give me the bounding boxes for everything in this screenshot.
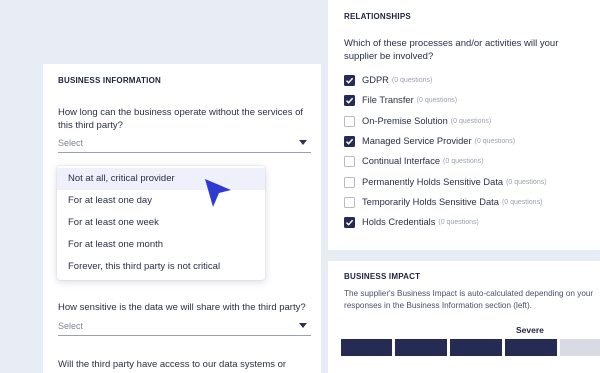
checkbox-row[interactable]: On-Premise Solution (0 questions) xyxy=(344,114,491,128)
caret-down-icon xyxy=(299,323,307,328)
checkbox-unchecked[interactable] xyxy=(344,115,355,127)
data-sensitivity-select[interactable]: Select xyxy=(58,316,311,336)
question-operate-without: How long can the business operate withou… xyxy=(58,107,304,131)
select-value: Select xyxy=(58,137,84,148)
question-count: (0 questions) xyxy=(416,96,458,104)
question-count: (0 questions) xyxy=(391,76,433,84)
checkbox-unchecked[interactable] xyxy=(344,196,355,208)
question-count: (0 questions) xyxy=(438,218,479,226)
business-impact-description: The supplier's Business Impact is auto-c… xyxy=(344,289,594,310)
question-count: (0 questions) xyxy=(474,137,516,145)
checkbox-label: Managed Service Provider xyxy=(362,136,472,146)
checkbox-checked[interactable] xyxy=(344,135,355,147)
impact-level-label: Severe xyxy=(516,325,544,335)
question-count: (0 questions) xyxy=(443,157,484,165)
dropdown-option[interactable]: For at least one day xyxy=(57,190,265,212)
dropdown-option[interactable]: For at least one week xyxy=(57,212,265,234)
checkbox-unchecked[interactable] xyxy=(344,176,355,188)
question-count: (0 questions) xyxy=(501,198,543,206)
question-count: (0 questions) xyxy=(450,117,492,125)
checkbox-checked[interactable] xyxy=(344,74,355,86)
checkbox-row[interactable]: GDPR (0 questions) xyxy=(344,73,432,87)
operate-without-dropdown: Not at all, critical provider For at lea… xyxy=(57,166,265,280)
checkbox-row[interactable]: Temporarily Holds Sensitive Data (0 ques… xyxy=(344,195,542,209)
checkbox-row[interactable]: Managed Service Provider (0 questions) xyxy=(344,134,515,148)
impact-segment xyxy=(505,339,557,356)
caret-down-icon xyxy=(299,140,307,145)
impact-segment xyxy=(395,339,447,356)
checkbox-label: Temporarily Holds Sensitive Data xyxy=(362,197,499,207)
checkbox-label: Permanently Holds Sensitive Data xyxy=(362,177,504,187)
impact-segment xyxy=(560,339,600,356)
question-data-sensitivity: How sensitive is the data we will share … xyxy=(58,302,306,313)
select-value: Select xyxy=(58,320,84,331)
business-impact-title: BUSINESS IMPACT xyxy=(344,272,421,281)
business-information-title: BUSINESS INFORMATION xyxy=(58,76,161,85)
checkbox-row[interactable]: Holds Credentials (0 questions) xyxy=(344,215,479,229)
relationships-question: Which of these processes and/or activiti… xyxy=(344,38,559,62)
checkbox-label: GDPR xyxy=(362,75,389,85)
checkbox-row[interactable]: Continual Interface (0 questions) xyxy=(344,154,484,168)
checkbox-label: Continual Interface xyxy=(362,156,441,166)
checkbox-row[interactable]: Permanently Holds Sensitive Data (0 ques… xyxy=(344,175,547,189)
checkbox-checked[interactable] xyxy=(344,94,355,106)
business-impact-card: BUSINESS IMPACT The supplier's Business … xyxy=(328,261,600,373)
checkbox-unchecked[interactable] xyxy=(344,155,355,167)
dropdown-option[interactable]: Forever, this third party is not critica… xyxy=(57,256,265,278)
dropdown-option[interactable]: For at least one month xyxy=(57,234,265,256)
checkbox-checked[interactable] xyxy=(344,216,355,228)
relationships-title: RELATIONSHIPS xyxy=(344,12,411,21)
checkbox-label: On-Premise Solution xyxy=(362,116,448,126)
impact-segment xyxy=(450,339,502,356)
checkbox-label: File Transfer xyxy=(362,95,414,105)
checkbox-row[interactable]: File Transfer (0 questions) xyxy=(344,93,457,107)
impact-segment xyxy=(341,339,392,356)
question-system-access: Will the third party have access to our … xyxy=(58,359,287,370)
operate-without-select[interactable]: Select xyxy=(58,133,311,153)
question-count: (0 questions) xyxy=(506,178,547,186)
dropdown-option[interactable]: Not at all, critical provider xyxy=(57,168,265,190)
mouse-cursor-icon xyxy=(205,179,231,207)
checkbox-label: Holds Credentials xyxy=(362,217,436,227)
